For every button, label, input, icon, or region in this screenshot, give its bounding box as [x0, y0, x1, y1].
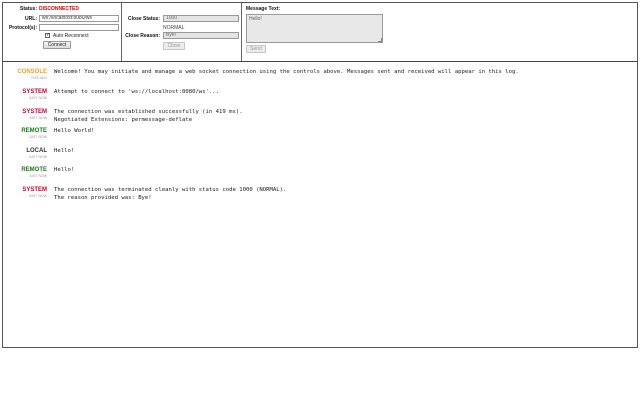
- log-time: JUST NOW: [28, 174, 47, 178]
- protocols-input[interactable]: [39, 24, 119, 31]
- close-status-input[interactable]: 1000: [163, 15, 239, 22]
- status-label: Status:: [20, 6, 37, 12]
- message-log: CONSOLE THIS ADD Welcome! You may initia…: [3, 62, 637, 347]
- log-time: JUST NOW: [28, 135, 47, 139]
- log-message: Attempt to connect to 'ws://localhost:80…: [54, 89, 220, 95]
- send-button[interactable]: Send: [246, 45, 266, 53]
- log-source: REMOTE: [21, 167, 47, 173]
- protocols-label: Protocol(s):: [8, 25, 37, 31]
- status-value: DISCONNECTED: [39, 6, 80, 12]
- auto-reconnect-checkbox[interactable]: ✓: [45, 33, 50, 38]
- log-source: SYSTEM: [22, 89, 47, 95]
- close-button[interactable]: Close: [163, 42, 185, 50]
- controls-bar: Status: DISCONNECTED URL: ws://localhost…: [3, 3, 637, 62]
- log-source: LOCAL: [26, 148, 47, 154]
- connection-panel: Status: DISCONNECTED URL: ws://localhost…: [3, 3, 122, 61]
- log-message: Hello World!: [54, 128, 95, 134]
- log-time: THIS ADD: [30, 76, 47, 80]
- log-source: CONSOLE: [17, 69, 47, 75]
- close-panel: Close Status: 1000 NORMAL Close Reason: …: [122, 3, 242, 61]
- connect-button[interactable]: Connect: [43, 41, 71, 49]
- log-message: Hello!: [54, 167, 75, 173]
- log-source: SYSTEM: [22, 187, 47, 193]
- close-reason-input[interactable]: Bye!: [163, 32, 239, 39]
- url-label: URL:: [25, 16, 37, 22]
- log-message: The reason provided was: Bye!: [54, 195, 152, 201]
- message-text-label: Message Text:: [246, 6, 281, 12]
- close-status-label: Close Status:: [128, 16, 160, 22]
- log-source: SYSTEM: [22, 109, 47, 115]
- close-status-name: NORMAL: [163, 25, 185, 31]
- check-icon: ✓: [46, 32, 51, 38]
- log-source: REMOTE: [21, 128, 47, 134]
- log-time: JUST NOW: [28, 116, 47, 120]
- log-message: Welcome! You may initiate and manage a w…: [54, 69, 519, 75]
- websocket-client-app: Status: DISCONNECTED URL: ws://localhost…: [2, 2, 638, 348]
- log-message: The connection was established successfu…: [54, 109, 243, 115]
- log-message: Negotiated Extensions: permessage-deflat…: [54, 117, 193, 123]
- resize-handle-icon[interactable]: [378, 38, 382, 42]
- log-time: JUST NOW: [28, 194, 47, 198]
- message-textarea[interactable]: Hello!: [246, 14, 383, 43]
- log-time: JUST NOW: [28, 155, 47, 159]
- message-text-value: Hello!: [249, 16, 262, 22]
- url-input[interactable]: ws://localhost:8080/ws: [39, 15, 119, 22]
- log-message: Hello!: [54, 148, 75, 154]
- auto-reconnect-label: Auto Reconnect: [53, 33, 89, 39]
- close-reason-label: Close Reason:: [125, 33, 160, 39]
- log-time: JUST NOW: [28, 96, 47, 100]
- message-panel: Message Text: Hello! Send: [242, 3, 637, 61]
- log-message: The connection was terminated cleanly wi…: [54, 187, 287, 193]
